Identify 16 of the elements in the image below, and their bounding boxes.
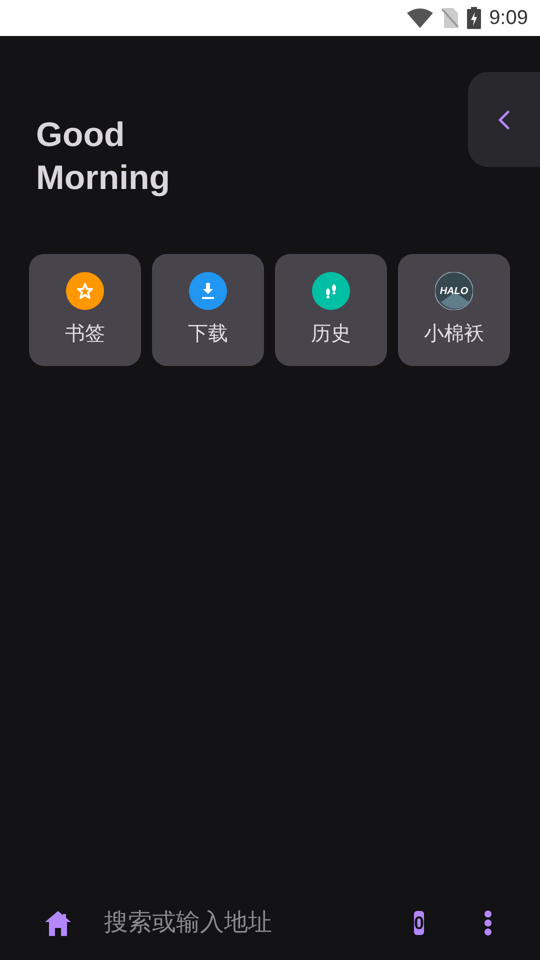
menu-button[interactable] [484, 910, 492, 936]
greeting-text: Good [36, 115, 125, 156]
shortcut-tile[interactable]: 下载 [152, 254, 264, 366]
shortcut-tile[interactable]: HALO 小棉袄 [398, 254, 510, 366]
shortcut-tile[interactable]: 历史 [275, 254, 387, 366]
wifi-icon [407, 8, 434, 28]
clock-time: 9:09 [489, 6, 528, 31]
shortcut-tile[interactable]: 书签 [29, 254, 141, 366]
greeting-text: Morning [36, 158, 170, 199]
address-field[interactable]: 搜索或输入地址 [104, 904, 414, 940]
home-button[interactable] [44, 910, 72, 936]
battery-charging-icon [467, 7, 482, 29]
chevron-left-icon [497, 108, 511, 130]
tab-count-button[interactable]: 0 [414, 910, 424, 934]
no-sim-icon [441, 8, 460, 28]
app-logo-icon: HALO [435, 272, 473, 310]
